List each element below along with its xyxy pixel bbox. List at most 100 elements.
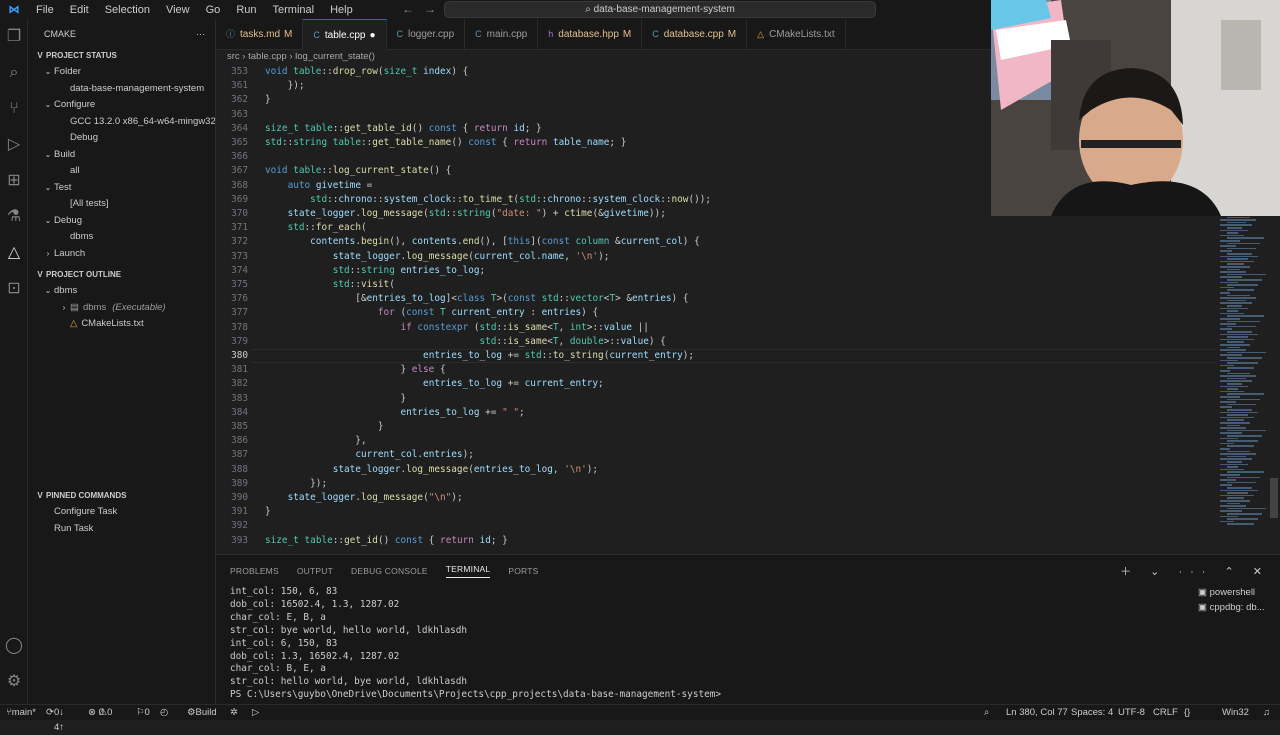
line-number[interactable]: 370 [216,207,248,221]
more-actions-icon[interactable]: ··· [196,19,205,49]
line-number[interactable]: 378 [216,321,248,335]
line-number[interactable]: 383 [216,392,248,406]
code-line[interactable]: entries_to_log += current_entry; [265,377,604,391]
menu-item-file[interactable]: File [36,4,54,16]
line-number[interactable]: 366 [216,150,248,164]
tree-item[interactable]: data-base-management-system [28,81,215,98]
tab-main-cpp[interactable]: Cmain.cpp [465,19,539,50]
tree-item[interactable]: GCC 13.2.0 x86_64-w64-mingw32... [28,114,215,131]
panel-tab-problems[interactable]: PROBLEMS [230,566,279,576]
zoom-icon[interactable]: ⌕ [984,705,989,720]
ports-status[interactable]: ⚐ 0 [136,705,150,720]
tab-tasks-md[interactable]: ⓘ tasks.md M [216,19,304,50]
code-line[interactable]: std::string table::get_table_name() cons… [265,136,626,150]
menu-item-selection[interactable]: Selection [105,4,150,16]
tree-item[interactable]: ⌄ Folder [28,64,215,81]
tree-item[interactable]: › Launch [28,246,215,263]
code-line[interactable]: }, [265,434,366,448]
project-status-section[interactable]: v PROJECT STATUS [28,47,215,64]
line-number[interactable]: 365 [216,136,248,150]
panel-tab-ports[interactable]: PORTS [508,566,538,576]
platform[interactable]: Win32 [1222,705,1249,720]
breadcrumb-symbol[interactable]: log_current_state() [295,51,375,62]
menu-item-edit[interactable]: Edit [70,4,89,16]
panel-tab-output[interactable]: OUTPUT [297,566,333,576]
tab-cmakelists-txt[interactable]: △ CMakeLists.txt [747,19,846,50]
line-number[interactable]: 391 [216,505,248,519]
line-number[interactable]: 387 [216,448,248,462]
code-line[interactable]: state_logger.log_message(entries_to_log,… [265,463,598,477]
cmake-icon[interactable]: △ [0,235,28,271]
tree-item[interactable]: [All tests] [28,196,215,213]
extensions-icon[interactable]: ⊞ [0,163,28,199]
code-line[interactable]: } [265,392,406,406]
command-center-search[interactable]: ⌕ data-base-management-system [444,1,876,18]
line-number[interactable]: 374 [216,264,248,278]
tree-item[interactable]: ⌄ Build [28,147,215,164]
code-line[interactable]: size_t table::get_id() const { return id… [265,534,508,548]
line-number[interactable]: 364 [216,122,248,136]
indentation[interactable]: Spaces: 4 [1071,705,1113,720]
panel-actions[interactable]: ＋ ⌄ ··· ⌃ ✕ [1120,563,1270,579]
notifications-bell-icon[interactable]: ♫ [1263,705,1270,720]
account-icon[interactable]: ◯ [0,628,28,664]
code-line[interactable]: state_logger.log_message(current_col.nam… [265,250,610,264]
code-line[interactable]: size_t table::get_table_id() const { ret… [265,122,542,136]
tree-item[interactable]: all [28,163,215,180]
terminal-output[interactable]: int_col: 150, 6, 83 dob_col: 16502.4, 1.3… [230,586,1190,702]
line-number[interactable]: 385 [216,420,248,434]
search-icon[interactable]: ⌕ [0,55,28,91]
line-number[interactable]: 389 [216,477,248,491]
settings-gear-icon[interactable]: ⚙ [0,664,28,700]
tree-item[interactable]: ⌄ Debug [28,213,215,230]
line-number[interactable]: 384 [216,406,248,420]
code-line[interactable]: std::is_same<T, double>::value) { [265,335,665,349]
line-number[interactable]: 372 [216,235,248,249]
menu-item-view[interactable]: View [166,4,190,16]
code-line[interactable]: entries_to_log += " "; [265,406,524,420]
code-line[interactable]: } [265,505,271,519]
language-braces-icon[interactable]: {} [1184,705,1190,720]
line-number[interactable]: 392 [216,519,248,533]
code-line[interactable]: auto givetime = [265,179,373,193]
code-line[interactable]: } [265,93,271,107]
breadcrumb-file[interactable]: table.cpp [248,51,287,62]
code-line[interactable]: for (const T current_entry : entries) { [265,306,598,320]
code-line[interactable]: std::for_each( [265,221,367,235]
line-number[interactable]: 353 [216,65,248,79]
code-line[interactable]: contents.begin(), contents.end(), [this]… [265,235,700,249]
menu-item-go[interactable]: Go [206,4,221,16]
tree-item[interactable]: ⌄ Test [28,180,215,197]
tree-item[interactable]: › ▤ dbms (Executable) [28,300,215,317]
code-line[interactable]: } else { [265,363,445,377]
run-debug-icon[interactable]: ▷ [0,127,28,163]
remote-explorer-icon[interactable]: ⊡ [0,271,28,307]
menu-item-terminal[interactable]: Terminal [273,4,315,16]
code-line[interactable]: std::string entries_to_log; [265,264,485,278]
tree-item[interactable]: Debug [28,130,215,147]
line-number[interactable]: 381 [216,363,248,377]
sync-status[interactable]: ⟳ 0↓ 4↑ [46,705,64,733]
source-control-icon[interactable]: ⑂ [0,91,28,127]
code-line[interactable]: std::visit( [265,278,395,292]
terminal-item-cppdbg[interactable]: ▣ cppdbg: db... [1198,600,1280,615]
line-number[interactable]: 390 [216,491,248,505]
problems-status[interactable]: ⊗ 0 ⚠ 0 [88,705,112,720]
line-number[interactable]: 386 [216,434,248,448]
line-ending[interactable]: CRLF [1153,705,1178,720]
tab-database-cpp[interactable]: Cdatabase.cpp M [642,19,748,50]
line-number[interactable]: 377 [216,306,248,320]
line-number[interactable]: 388 [216,463,248,477]
tree-item[interactable]: ⌄ dbms [28,283,215,300]
code-line[interactable]: }); [265,79,305,93]
line-number[interactable]: 367 [216,164,248,178]
tree-item[interactable]: dbms [28,229,215,246]
pinned-run-task[interactable]: Run Task [28,521,216,538]
project-outline-section[interactable]: v PROJECT OUTLINE [28,266,215,283]
line-number[interactable]: 371 [216,221,248,235]
line-number[interactable]: 368 [216,179,248,193]
pinned-commands-section[interactable]: v PINNED COMMANDS [28,487,216,504]
line-number[interactable]: 382 [216,377,248,391]
code-line[interactable]: void table::drop_row(size_t index) { [265,65,468,79]
tree-item[interactable]: ⌄ Configure [28,97,215,114]
